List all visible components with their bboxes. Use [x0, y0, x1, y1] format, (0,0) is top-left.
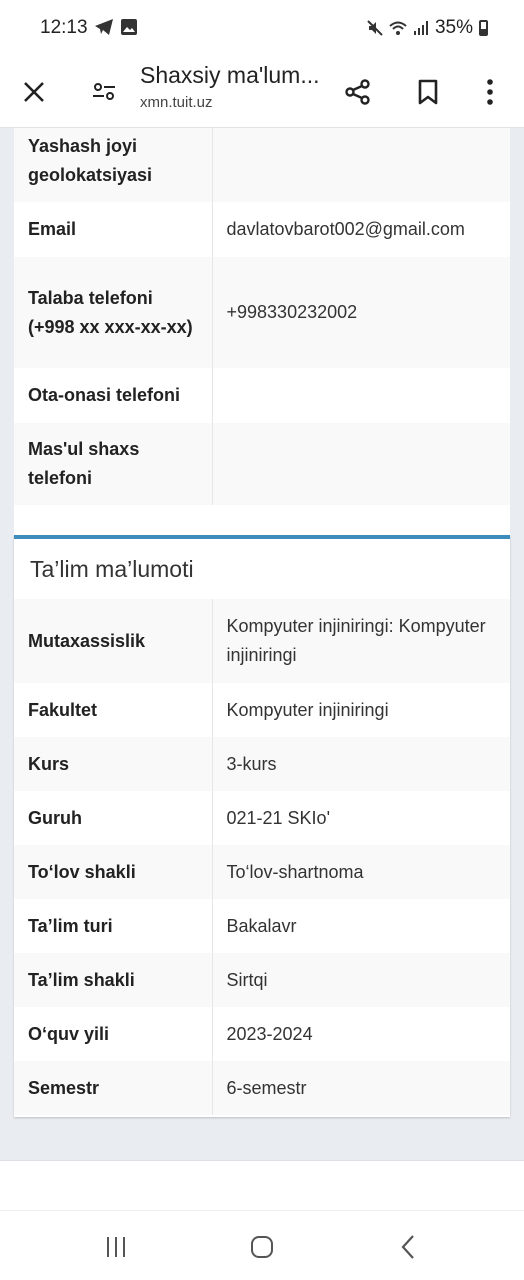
row-value: 2023-2024 [226, 1023, 313, 1044]
table-row: Fakultet Kompyuter injiniringi [14, 683, 510, 737]
site-settings-button[interactable] [82, 70, 126, 114]
table-row: Guruh 021-21 SKIo' [14, 791, 510, 845]
bookmark-button[interactable] [406, 70, 450, 114]
page-footer-area [0, 1160, 524, 1210]
row-value: 021-21 SKIo' [226, 807, 331, 828]
table-row: Kurs 3-kurs [14, 737, 510, 791]
table-row: To‘lov shakli To‘lov-shartnoma [14, 845, 510, 899]
row-label: To‘lov shakli [14, 845, 213, 899]
row-label: Ta’lim turi [14, 899, 213, 953]
page-content: Yashash joyi geolokatsiyasi Email davlat… [0, 128, 524, 1160]
more-options-button[interactable] [468, 70, 512, 114]
row-label: Yashash joyi geolokatsiyasi [14, 128, 213, 202]
row-value: Bakalavr [226, 915, 297, 936]
card-title: Ta’lim ma’lumoti [30, 556, 194, 582]
status-right-group: 35% [367, 17, 488, 39]
table-row: Yashash joyi geolokatsiyasi [14, 128, 510, 202]
tune-icon [93, 83, 115, 100]
row-value: Kompyuter injiniringi: Kompyuter injinir… [226, 616, 486, 665]
status-bar: 12:13 35% [0, 0, 524, 56]
status-notification-icons [94, 18, 138, 36]
close-button[interactable] [12, 70, 56, 114]
signal-icon [413, 21, 428, 35]
table-row: Ota-onasi telefoni [14, 368, 510, 423]
gallery-icon [121, 19, 137, 35]
recent-apps-icon [107, 1237, 125, 1257]
table-row: Ta’lim shakli Sirtqi [14, 953, 510, 1007]
row-value [212, 368, 510, 423]
education-info-card: Ta’lim ma’lumoti Mutaxassislik Kompyuter… [14, 535, 510, 1117]
table-row: Semestr 6-semestr [14, 1061, 510, 1115]
row-value [212, 128, 510, 202]
home-icon [251, 1236, 273, 1258]
education-info-table: Mutaxassislik Kompyuter injiniringi: Kom… [14, 599, 510, 1115]
row-label: Fakultet [14, 683, 213, 737]
system-navigation-bar [0, 1210, 524, 1280]
mute-icon [367, 20, 383, 36]
home-button[interactable] [242, 1231, 282, 1263]
row-value: Sirtqi [226, 969, 268, 990]
battery-icon [479, 20, 488, 36]
row-value: 3-kurs [226, 753, 277, 774]
row-label: Mutaxassislik [14, 599, 213, 683]
row-label: Kurs [14, 737, 213, 791]
row-label: Ota-onasi telefoni [14, 368, 213, 423]
row-value: Kompyuter injiniringi [226, 699, 389, 720]
back-icon [401, 1235, 414, 1259]
row-label: Talaba telefoni (+998 xx xxx-xx-xx) [14, 257, 213, 368]
bookmark-icon [418, 79, 438, 105]
row-label: Mas'ul shaxs telefoni [14, 423, 213, 505]
share-button[interactable] [336, 70, 380, 114]
more-vertical-icon [487, 79, 493, 105]
close-icon [24, 82, 44, 102]
row-label: Ta’lim shakli [14, 953, 213, 1007]
table-row: Mas'ul shaxs telefoni [14, 423, 510, 505]
table-row: Email davlatovbarot002@gmail.com [14, 202, 510, 257]
row-label: O‘quv yili [14, 1007, 213, 1061]
table-row: O‘quv yili 2023-2024 [14, 1007, 510, 1061]
battery-percentage: 35% [434, 17, 473, 38]
row-value [212, 423, 510, 505]
share-icon [345, 79, 370, 105]
wifi-icon [389, 21, 407, 35]
table-row: Mutaxassislik Kompyuter injiniringi: Kom… [14, 599, 510, 683]
row-value: To‘lov-shartnoma [226, 861, 364, 882]
row-value[interactable]: davlatovbarot002@gmail.com [212, 202, 510, 257]
table-row: Talaba telefoni (+998 xx xxx-xx-xx) +998… [14, 257, 510, 368]
table-row: Ta’lim turi Bakalavr [14, 899, 510, 953]
row-label: Guruh [14, 791, 213, 845]
row-label: Email [14, 202, 213, 257]
browser-toolbar: Shaxsiy ma'lum... xmn.tuit.uz [0, 56, 524, 128]
row-value: 6-semestr [226, 1077, 307, 1098]
back-button[interactable] [388, 1231, 428, 1263]
recent-apps-button[interactable] [96, 1231, 136, 1263]
row-value[interactable]: +998330232002 [212, 257, 510, 368]
page-url: xmn.tuit.uz [140, 94, 213, 111]
page-title: Shaxsiy ma'lum... [140, 62, 320, 88]
contact-info-table: Yashash joyi geolokatsiyasi Email davlat… [14, 128, 510, 505]
telegram-icon [95, 19, 113, 35]
status-time: 12:13 [40, 17, 88, 38]
row-label: Semestr [14, 1061, 213, 1115]
contact-info-card: Yashash joyi geolokatsiyasi Email davlat… [14, 128, 510, 540]
